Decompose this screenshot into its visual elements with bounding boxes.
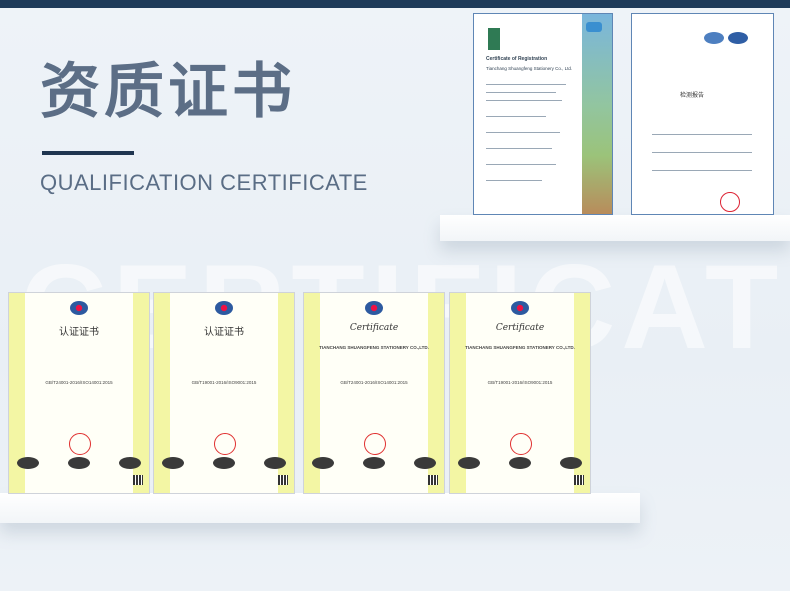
ilac-logo-icon bbox=[704, 32, 724, 44]
text-line bbox=[486, 180, 542, 181]
fsc-logo-icon bbox=[488, 28, 500, 50]
iaac-logo-icon bbox=[162, 457, 184, 469]
qr-code-icon bbox=[278, 475, 288, 485]
qr-code-icon bbox=[133, 475, 143, 485]
iaf-logo-icon bbox=[213, 457, 235, 469]
page-subtitle: QUALIFICATION CERTIFICATE bbox=[40, 170, 368, 195]
text-line bbox=[486, 84, 566, 85]
red-seal-icon bbox=[214, 433, 236, 455]
iaf-logo-icon bbox=[68, 457, 90, 469]
accreditation-logos bbox=[458, 457, 582, 469]
certificate-company: TIANCHANG SHUANGFENG STATIONERY CO.,LTD. bbox=[465, 345, 575, 350]
certificate-heading: Certificate bbox=[349, 323, 399, 333]
text-line bbox=[486, 132, 560, 133]
cnas-logo-icon bbox=[560, 457, 582, 469]
cnas-logo-icon bbox=[119, 457, 141, 469]
accreditation-logos bbox=[312, 457, 436, 469]
certificate-standard: GB/T19001-2016/ISO9001:2015 bbox=[191, 380, 257, 385]
certificate-heading: 认证证书 bbox=[204, 327, 244, 338]
text-line bbox=[652, 134, 752, 135]
registration-certificate[interactable]: Certificate of Registration Tianchang Sh… bbox=[473, 13, 613, 215]
certificate-iso14001-cn[interactable]: 认证证书 GB/T24001-2016/ISO14001:2015 bbox=[8, 292, 150, 494]
accreditation-logos bbox=[162, 457, 286, 469]
text-line bbox=[486, 148, 552, 149]
iaac-logo-icon bbox=[17, 457, 39, 469]
cnas-logo-icon bbox=[264, 457, 286, 469]
text-line bbox=[652, 170, 752, 171]
qr-code-icon bbox=[574, 475, 584, 485]
title-accent-bar bbox=[42, 151, 134, 155]
certificate-iso9001-en[interactable]: Certificate TIANCHANG SHUANGFENG STATION… bbox=[449, 292, 591, 494]
sgs-badge-icon bbox=[586, 22, 602, 32]
certificate-color-band bbox=[582, 14, 612, 214]
cqc-emblem-icon bbox=[365, 301, 383, 315]
certificate-iso14001-en[interactable]: Certificate TIANCHANG SHUANGFENG STATION… bbox=[303, 292, 445, 494]
certificate-iso9001-cn[interactable]: 认证证书 GB/T19001-2016/ISO9001:2015 bbox=[153, 292, 295, 494]
red-seal-icon bbox=[364, 433, 386, 455]
certificate-standard: GB/T19001-2016/ISO9001:2015 bbox=[487, 380, 553, 385]
certificate-company: TIANCHANG SHUANGFENG STATIONERY CO.,LTD. bbox=[319, 345, 429, 350]
text-line bbox=[486, 92, 556, 93]
text-line bbox=[652, 152, 752, 153]
iaf-logo-icon bbox=[363, 457, 385, 469]
red-seal-icon bbox=[510, 433, 532, 455]
accreditation-logos bbox=[17, 457, 141, 469]
top-bar bbox=[0, 0, 790, 8]
page-title: 资质证书 bbox=[40, 57, 296, 127]
cqc-emblem-icon bbox=[511, 301, 529, 315]
cnas-logo-icon bbox=[414, 457, 436, 469]
top-shelf bbox=[440, 215, 790, 241]
red-seal-icon bbox=[69, 433, 91, 455]
iaac-logo-icon bbox=[312, 457, 334, 469]
certificate-standard: GB/T24001-2016/ISO14001:2015 bbox=[45, 380, 113, 385]
text-line bbox=[486, 100, 562, 101]
document-title: Certificate of Registration bbox=[486, 56, 548, 62]
certificate-heading: Certificate bbox=[495, 323, 545, 333]
cqc-emblem-icon bbox=[70, 301, 88, 315]
report-title: 检测报告 bbox=[680, 93, 705, 99]
iaf-logo-icon bbox=[509, 457, 531, 469]
red-seal-icon bbox=[720, 192, 740, 212]
iaac-logo-icon bbox=[458, 457, 480, 469]
certificate-standard: GB/T24001-2016/ISO14001:2015 bbox=[340, 380, 408, 385]
text-line bbox=[486, 164, 556, 165]
text-line bbox=[486, 116, 546, 117]
cqc-emblem-icon bbox=[215, 301, 233, 315]
cnas-logo-icon bbox=[728, 32, 748, 44]
qr-code-icon bbox=[428, 475, 438, 485]
bottom-shelf bbox=[0, 493, 640, 523]
document-company: Tianchang Shuangfeng Stationery Co., Ltd… bbox=[486, 66, 573, 71]
certificate-heading: 认证证书 bbox=[59, 327, 99, 338]
inspection-report[interactable]: 检测报告 bbox=[631, 13, 774, 215]
